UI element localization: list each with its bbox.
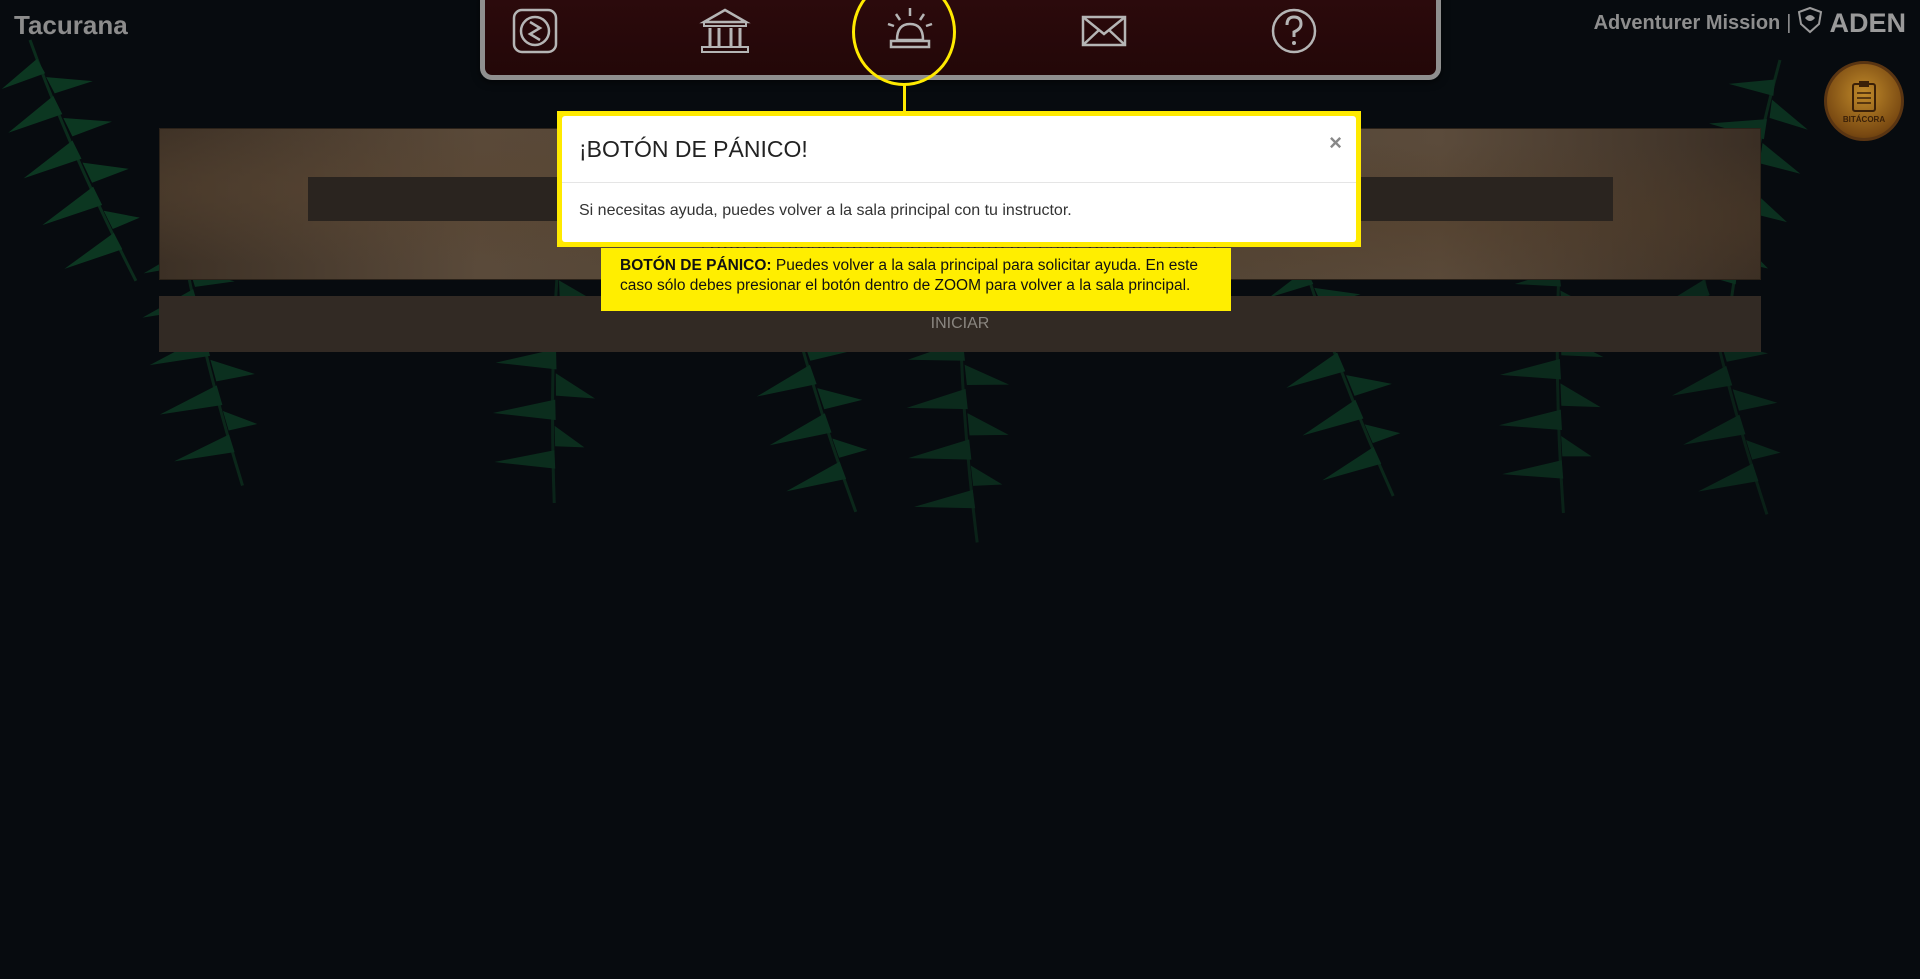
- aden-logo-icon: [1797, 6, 1823, 40]
- clipboard-icon: [1852, 80, 1876, 112]
- modal-body: Si necesitas ayuda, puedes volver a la s…: [579, 202, 1072, 219]
- bitacora-button[interactable]: BITÁCORA: [1824, 61, 1904, 141]
- modal-header: ¡BOTÓN DE PÁNICO! ×: [562, 116, 1356, 183]
- modal-close-button[interactable]: ×: [1329, 130, 1342, 156]
- modal-title: ¡BOTÓN DE PÁNICO!: [579, 136, 808, 162]
- panic-modal: ¡BOTÓN DE PÁNICO! × Si necesitas ayuda, …: [557, 111, 1361, 247]
- zoom-icon[interactable]: [508, 4, 562, 58]
- brand-name: ADEN: [1829, 7, 1906, 38]
- help-icon[interactable]: [1267, 4, 1321, 58]
- brand-header: Adventurer Mission | ADEN: [1594, 6, 1906, 40]
- modal-content: ¡BOTÓN DE PÁNICO! × Si necesitas ayuda, …: [562, 116, 1356, 242]
- top-navigation: [480, 0, 1441, 80]
- tooltip-heading: BOTÓN DE PÁNICO:: [620, 257, 772, 274]
- mission-label: Adventurer Mission: [1593, 11, 1781, 34]
- brand-separator: |: [1786, 11, 1792, 34]
- site-title: Tacurana: [14, 10, 128, 40]
- mail-icon[interactable]: [1077, 4, 1131, 58]
- museum-icon[interactable]: [698, 4, 752, 58]
- tutorial-tooltip: BOTÓN DE PÁNICO: Puedes volver a la sala…: [601, 248, 1231, 311]
- bitacora-label: BITÁCORA: [1842, 114, 1886, 124]
- highlight-connector: [903, 85, 906, 114]
